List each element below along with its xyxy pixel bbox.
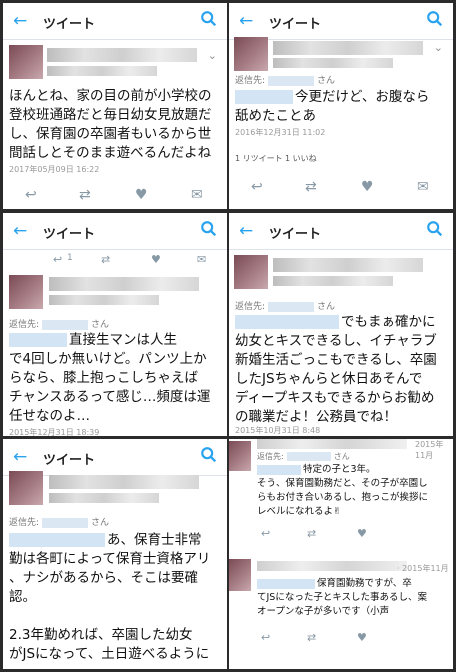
tweet-text: 特定の子と3年。 そう、保育園勤務だと、その子が卒園し らもお付き合いあるし、抱っ… — [257, 464, 429, 517]
retweet-icon[interactable]: ⇄ — [79, 187, 91, 203]
page-title: ツイート — [43, 453, 96, 468]
like-icon[interactable]: ♥ — [361, 179, 374, 195]
reply-to: 返信先: さん — [235, 75, 336, 86]
reply-icon[interactable]: ↩ — [251, 179, 263, 195]
user-name-blurred — [47, 48, 197, 62]
tweet-panel-5: ← ツイート 返信先: さん あ、保育士非常 勤は各町によって保育士資格アリ 、ナシ… — [3, 439, 227, 669]
avatar[interactable] — [229, 441, 251, 471]
user-handle-blurred — [273, 58, 393, 68]
back-arrow-icon[interactable]: ← — [13, 221, 27, 241]
tweet-text: 保育園勤務ですが、卒 てJSになった子とキスした事あるし、案 オープンな子が多いで… — [257, 578, 428, 617]
tweet-text: でもまぁ確かに 幼女とキスできるし、イチャラブ 新婚生活ごっこもできるし、卒園 した… — [235, 314, 437, 425]
tweet-panel-1: ← ツイート ⌄ ほんとね、家の目の前が小学校の 登校班通路だと毎日幼女見放題だし… — [3, 3, 227, 209]
user-name-blurred — [257, 561, 407, 571]
back-arrow-icon[interactable]: ← — [13, 447, 27, 467]
like-icon[interactable]: ♥ — [151, 253, 161, 266]
avatar[interactable] — [9, 471, 43, 505]
tweet-text: 今更だけど、お腹なら 舐めたことあ — [235, 89, 430, 124]
header: ← ツイート — [229, 213, 453, 250]
avatar[interactable] — [9, 45, 43, 79]
reply-to: 返信先: さん — [235, 301, 336, 312]
message-icon[interactable]: ✉ — [197, 253, 206, 266]
like-count[interactable]: 1 いいね — [285, 153, 317, 164]
reply-to: 返信先: さん — [9, 517, 110, 528]
tweet-text: あ、保育士非常 勤は各町によって保育士資格アリ 、ナシがあるから、そこは要確 認。 2… — [9, 532, 211, 662]
reply-to: 返信先: さん — [9, 319, 110, 330]
avatar[interactable] — [234, 255, 268, 289]
page-title: ツイート — [43, 227, 96, 242]
tweet-panel-6: 2015年11月 返信先: さん 特定の子と3年。 そう、保育園勤務だと、その子が… — [229, 439, 453, 669]
tweet-timestamp: · 2015年11月 — [397, 564, 449, 573]
mention-blurred[interactable] — [9, 533, 105, 547]
back-arrow-icon[interactable]: ← — [239, 221, 253, 241]
retweet-icon[interactable]: ⇄ — [305, 179, 317, 195]
user-handle-blurred — [273, 276, 393, 286]
like-icon[interactable]: ♥ — [357, 631, 367, 644]
user-handle-blurred — [49, 493, 159, 503]
tweet-panel-2: ← ツイート ⌄ 返信先: さん 今更だけど、お腹なら 舐めたことあ 2016年1… — [229, 3, 453, 209]
reply-icon[interactable]: ↩ — [53, 253, 62, 266]
user-name-blurred — [273, 258, 423, 272]
header: ← ツイート — [3, 3, 227, 40]
mention-blurred[interactable] — [235, 315, 339, 329]
action-bar: ↩ ⇄ ♥ — [257, 631, 447, 651]
tweet-timestamp: 2017年05月09日 16:22 — [9, 165, 100, 174]
reply-icon[interactable]: ↩ — [261, 527, 270, 540]
retweet-count: 1 — [67, 253, 73, 263]
header: ← ツイート — [3, 213, 227, 250]
reply-icon[interactable]: ↩ — [261, 631, 270, 644]
back-arrow-icon[interactable]: ← — [239, 11, 253, 31]
retweet-icon[interactable]: ⇄ — [307, 631, 316, 644]
tweet-text: ほんとね、家の目の前が小学校の 登校班通路だと毎日幼女見放題だ し、保育園の卒園者も… — [9, 88, 212, 161]
tweet-timestamp: 2016年12月31日 11:02 — [235, 128, 326, 137]
user-name-blurred — [273, 41, 423, 55]
user-name-blurred — [49, 475, 199, 489]
mention-blurred[interactable] — [257, 578, 315, 589]
tweet-text: 直接生マンは人生 で4回しか無いけど。パンツ上か らなら、膝上抱っこしちゃえば チャ… — [9, 332, 211, 424]
search-icon[interactable] — [200, 220, 218, 238]
search-icon[interactable] — [200, 10, 218, 28]
action-bar: ↩ ⇄ ♥ ✉ — [3, 187, 227, 207]
user-name-blurred — [257, 439, 407, 449]
page-title: ツイート — [43, 17, 96, 32]
previous-tweet-action-bar: ↩ 1 ⇄ ♥ ✉ — [47, 253, 227, 273]
reply-icon[interactable]: ↩ — [25, 187, 37, 203]
page-title: ツイート — [269, 227, 322, 242]
mention-blurred[interactable] — [9, 333, 67, 347]
header: ← ツイート — [229, 3, 453, 40]
avatar[interactable] — [9, 275, 43, 309]
retweet-icon[interactable]: ⇄ — [101, 253, 110, 266]
avatar[interactable] — [229, 559, 251, 591]
search-icon[interactable] — [200, 446, 218, 464]
avatar[interactable] — [234, 37, 268, 71]
tweet-timestamp: 2015年10月31日 8:48 — [235, 426, 321, 435]
mention-blurred[interactable] — [235, 90, 293, 104]
action-bar: ↩ ⇄ ♥ ✉ — [229, 179, 453, 199]
search-icon[interactable] — [426, 10, 444, 28]
tweet-timestamp: 2015年11月 — [415, 440, 444, 460]
tweet-timestamp: 2015年12月31日 18:39 — [9, 428, 100, 436]
search-icon[interactable] — [426, 220, 444, 238]
retweet-count[interactable]: 1 リツイート — [235, 153, 283, 164]
tweet-panel-4: ← ツイート 返信先: さん でもまぁ確かに 幼女とキスできるし、イチャラブ 新婚生… — [229, 213, 453, 436]
like-icon[interactable]: ♥ — [135, 187, 148, 203]
chevron-down-icon[interactable]: ⌄ — [434, 41, 443, 54]
back-arrow-icon[interactable]: ← — [13, 11, 27, 31]
user-handle-blurred — [49, 295, 159, 305]
user-handle-blurred — [47, 66, 157, 76]
mention-blurred[interactable] — [257, 464, 301, 475]
retweet-icon[interactable]: ⇄ — [307, 527, 316, 540]
message-icon[interactable]: ✉ — [191, 187, 203, 203]
action-bar: ↩ ⇄ ♥ — [257, 527, 447, 547]
message-icon[interactable]: ✉ — [417, 179, 429, 195]
like-icon[interactable]: ♥ — [357, 527, 367, 540]
chevron-down-icon[interactable]: ⌄ — [208, 49, 217, 62]
reply-to: 返信先: さん — [257, 452, 350, 461]
tweet-panel-3: ← ツイート ↩ 1 ⇄ ♥ ✉ 返信先: さん 直接生マンは人生 で4回しか無い… — [3, 213, 227, 436]
user-name-blurred — [49, 277, 199, 291]
page-title: ツイート — [269, 17, 322, 32]
